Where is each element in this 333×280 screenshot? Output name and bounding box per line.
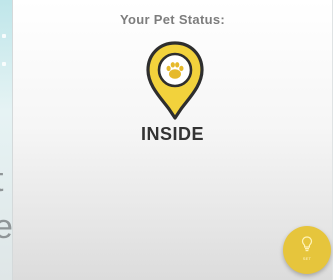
page-title: Your Pet Status: [120,12,225,27]
background-app-strip: t e [0,0,12,280]
lightbulb-icon [301,236,313,252]
set-fab-button[interactable]: SET [283,226,331,274]
set-fab-label: SET [302,256,312,261]
background-speck [2,34,6,38]
pet-status-label: INSIDE [140,124,204,144]
background-text-fragment: e [0,208,12,246]
background-speck [2,62,6,66]
background-text-fragment: t [0,163,3,197]
pet-status-card: Your Pet Status: INSIDE [12,0,332,280]
paw-location-pin-icon [146,41,204,120]
